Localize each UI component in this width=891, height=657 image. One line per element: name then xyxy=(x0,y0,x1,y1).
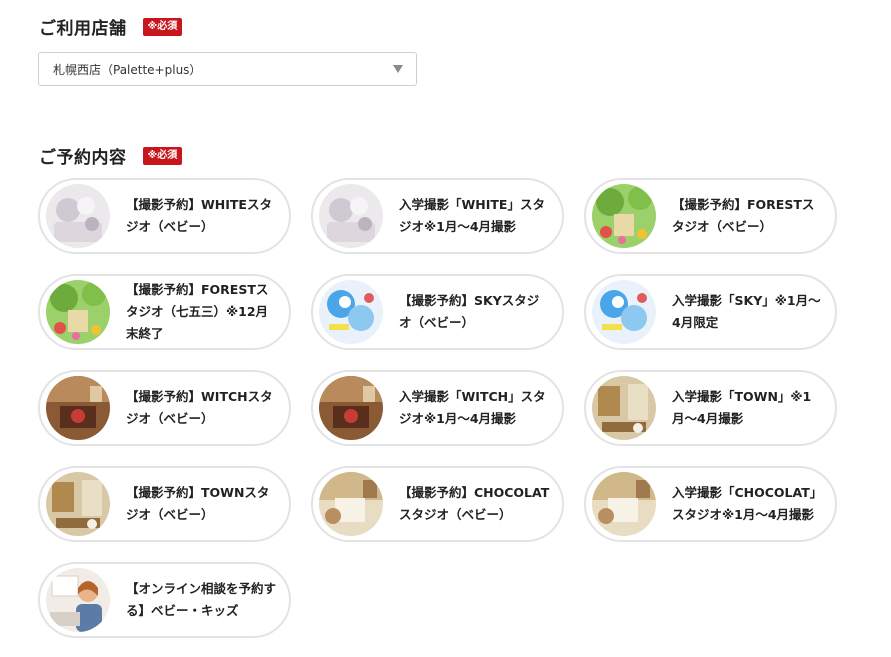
chevron-down-icon xyxy=(393,65,403,73)
reservation-option-card[interactable]: 入学撮影「SKY」※1月〜4月限定 xyxy=(584,274,837,350)
reservation-option-card[interactable]: 入学撮影「WITCH」スタジオ※1月〜4月撮影 xyxy=(311,370,564,446)
studio-thumbnail-image xyxy=(46,184,110,248)
store-select[interactable]: 札幌西店（Palette+plus） xyxy=(38,52,417,86)
reservation-option-card[interactable]: 【撮影予約】WITCHスタジオ（ベビー） xyxy=(38,370,291,446)
reservation-option-label: 入学撮影「SKY」※1月〜4月限定 xyxy=(672,293,821,330)
store-select-value: 札幌西店（Palette+plus） xyxy=(53,62,202,77)
reservation-option-label: 入学撮影「CHOCOLAT」スタジオ※1月〜4月撮影 xyxy=(672,485,823,522)
studio-thumbnail-image xyxy=(46,280,110,344)
reservation-option-label: 【撮影予約】WHITEスタジオ（ベビー） xyxy=(126,197,272,234)
reservation-option-label: 入学撮影「TOWN」※1月〜4月撮影 xyxy=(672,389,812,426)
reservation-option-label: 【撮影予約】CHOCOLATスタジオ（ベビー） xyxy=(399,485,550,522)
reservation-options: 【撮影予約】WHITEスタジオ（ベビー） 入学撮影「WHITE」スタジオ※1月〜4… xyxy=(38,178,838,638)
reservation-option-card[interactable]: 【撮影予約】FORESTスタジオ（ベビー） xyxy=(584,178,837,254)
reservation-option-label: 【オンライン相談を予約する】ベビー・キッズ xyxy=(126,581,277,618)
studio-thumbnail-image xyxy=(592,376,656,440)
reservation-option-card[interactable]: 入学撮影「WHITE」スタジオ※1月〜4月撮影 xyxy=(311,178,564,254)
reservation-section-header: ご予約内容 ※必須 xyxy=(39,143,183,168)
reservation-option-card[interactable]: 【オンライン相談を予約する】ベビー・キッズ xyxy=(38,562,291,638)
studio-thumbnail-image xyxy=(592,184,656,248)
studio-thumbnail-image xyxy=(592,280,656,344)
required-badge: ※必須 xyxy=(142,146,183,165)
reservation-option-card[interactable]: 【撮影予約】FORESTスタジオ（七五三）※12月末終了 xyxy=(38,274,291,350)
studio-thumbnail-image xyxy=(46,376,110,440)
studio-thumbnail-image xyxy=(319,280,383,344)
reservation-section-title: ご予約内容 xyxy=(39,148,127,168)
required-badge: ※必須 xyxy=(142,17,183,36)
reservation-option-card[interactable]: 【撮影予約】WHITEスタジオ（ベビー） xyxy=(38,178,291,254)
reservation-option-label: 入学撮影「WITCH」スタジオ※1月〜4月撮影 xyxy=(399,389,546,426)
reservation-option-label: 【撮影予約】TOWNスタジオ（ベビー） xyxy=(126,485,270,522)
reservation-option-card[interactable]: 【撮影予約】SKYスタジオ（ベビー） xyxy=(311,274,564,350)
reservation-option-label: 【撮影予約】FORESTスタジオ（七五三）※12月末終了 xyxy=(126,282,269,341)
studio-thumbnail-image xyxy=(319,184,383,248)
studio-thumbnail-image xyxy=(46,472,110,536)
reservation-option-card[interactable]: 入学撮影「TOWN」※1月〜4月撮影 xyxy=(584,370,837,446)
reservation-option-label: 入学撮影「WHITE」スタジオ※1月〜4月撮影 xyxy=(399,197,545,234)
reservation-option-label: 【撮影予約】FORESTスタジオ（ベビー） xyxy=(672,197,815,234)
store-section-title: ご利用店舗 xyxy=(39,19,127,39)
studio-thumbnail-image xyxy=(319,472,383,536)
reservation-option-card[interactable]: 入学撮影「CHOCOLAT」スタジオ※1月〜4月撮影 xyxy=(584,466,837,542)
studio-thumbnail-image xyxy=(46,568,110,632)
reservation-option-card[interactable]: 【撮影予約】CHOCOLATスタジオ（ベビー） xyxy=(311,466,564,542)
reservation-option-card[interactable]: 【撮影予約】TOWNスタジオ（ベビー） xyxy=(38,466,291,542)
reservation-option-label: 【撮影予約】SKYスタジオ（ベビー） xyxy=(399,293,540,330)
store-section-header: ご利用店舗 ※必須 xyxy=(39,14,183,39)
studio-thumbnail-image xyxy=(592,472,656,536)
studio-thumbnail-image xyxy=(319,376,383,440)
reservation-option-label: 【撮影予約】WITCHスタジオ（ベビー） xyxy=(126,389,273,426)
